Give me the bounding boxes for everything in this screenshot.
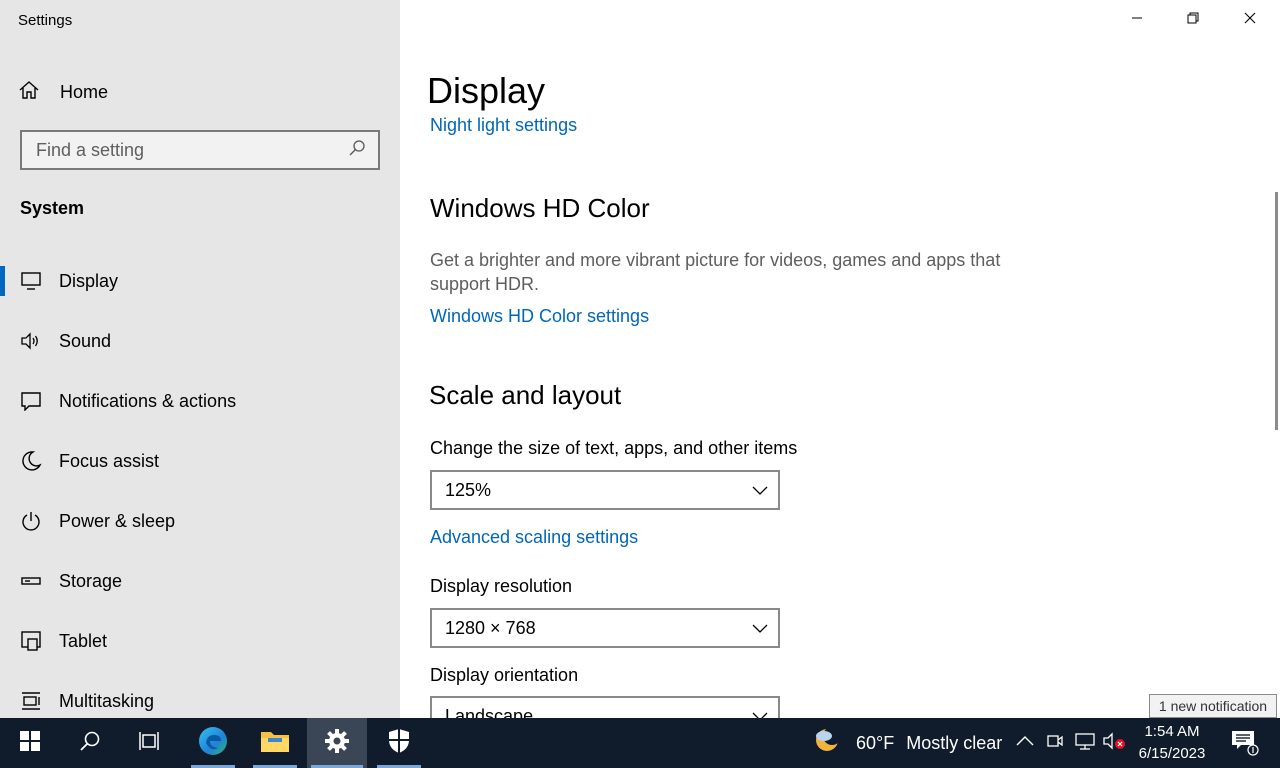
section-title: System	[20, 198, 85, 218]
tablet-icon	[20, 630, 42, 652]
storage-icon	[20, 570, 42, 592]
hd-color-heading: Windows HD Color	[430, 193, 650, 223]
sidebar-item-power-sleep[interactable]: Power & sleep	[0, 491, 400, 551]
settings-app-button[interactable]	[307, 718, 367, 768]
page-title: Display	[427, 70, 546, 111]
folder-icon	[260, 728, 290, 759]
search-input[interactable]	[36, 139, 348, 161]
sidebar-item-tablet[interactable]: Tablet	[0, 611, 400, 671]
chevron-up-icon	[1016, 734, 1034, 752]
weather-widget[interactable]: 60°F Mostly clear	[812, 718, 1002, 768]
security-app-button[interactable]	[369, 718, 429, 768]
sidebar-item-label: Power & sleep	[59, 510, 176, 531]
sidebar-item-label: Storage	[59, 570, 123, 591]
orientation-value: Landscape	[445, 705, 534, 719]
close-button[interactable]	[1222, 0, 1278, 40]
close-icon	[1244, 11, 1256, 29]
sidebar-item-label: Notifications & actions	[59, 390, 237, 411]
notification-tooltip: 1 new notification	[1149, 694, 1277, 718]
sidebar-item-focus-assist[interactable]: Focus assist	[0, 431, 400, 491]
network-button[interactable]	[1073, 731, 1097, 755]
volume-button[interactable]	[1102, 731, 1126, 755]
hd-color-description: Get a brighter and more vibrant picture …	[430, 250, 1001, 294]
scale-dropdown[interactable]: 125%	[430, 470, 780, 510]
search-box[interactable]	[20, 130, 380, 170]
sidebar-item-storage[interactable]: Storage	[0, 551, 400, 611]
maximize-button[interactable]	[1165, 0, 1221, 40]
task-view-icon	[138, 730, 162, 757]
sidebar-item-label: Display	[59, 270, 119, 291]
home-nav-item[interactable]: Home	[18, 80, 108, 104]
multitasking-icon	[20, 690, 42, 712]
edge-icon	[197, 725, 229, 762]
edge-app-button[interactable]	[183, 718, 243, 768]
moon-icon	[20, 450, 42, 472]
task-view-button[interactable]	[120, 718, 180, 768]
advanced-scaling-link[interactable]: Advanced scaling settings	[430, 527, 638, 548]
gear-icon	[324, 728, 350, 759]
resolution-value: 1280 × 768	[445, 617, 536, 638]
sidebar-item-label: Focus assist	[59, 450, 160, 471]
notification-icon	[1229, 726, 1259, 761]
sidebar-item-sound[interactable]: Sound	[0, 311, 400, 371]
sidebar-item-label: Tablet	[59, 630, 108, 651]
weather-temp: 60°F	[856, 732, 895, 753]
system-clock[interactable]: 1:54 AM 6/15/2023	[1130, 721, 1214, 765]
clock-time: 1:54 AM	[1144, 723, 1200, 740]
taskbar-search-button[interactable]	[60, 718, 120, 768]
app-title: Settings	[18, 12, 73, 29]
sidebar-item-multitasking[interactable]: Multitasking	[0, 671, 400, 718]
search-icon	[79, 730, 101, 757]
meet-now-button[interactable]	[1043, 731, 1067, 755]
restore-icon	[1187, 11, 1199, 29]
sidebar-item-label: Sound	[59, 330, 112, 351]
home-label: Home	[60, 81, 109, 102]
start-button[interactable]	[0, 718, 60, 768]
weather-condition: Mostly clear	[906, 732, 1003, 753]
action-center-button[interactable]	[1216, 718, 1272, 768]
scale-layout-heading: Scale and layout	[429, 380, 622, 410]
windows-logo-icon	[20, 730, 40, 756]
resolution-dropdown[interactable]: 1280 × 768	[430, 608, 780, 648]
night-light-settings-link[interactable]: Night light settings	[430, 115, 577, 136]
sidebar-item-notifications[interactable]: Notifications & actions	[0, 371, 400, 431]
speaker-icon	[20, 330, 42, 352]
power-icon	[20, 510, 42, 532]
home-icon	[18, 79, 40, 106]
show-hidden-icons-button[interactable]	[1013, 731, 1037, 755]
monitor-icon	[20, 270, 42, 292]
meet-now-icon	[1046, 732, 1064, 755]
clock-date: 6/15/2023	[1138, 745, 1206, 762]
sidebar-item-display[interactable]: Display	[0, 251, 400, 311]
resolution-label: Display resolution	[430, 576, 573, 596]
sidebar: Settings Home System Display Sound	[0, 0, 400, 718]
sidebar-nav: Display Sound Notifications & actions Fo…	[0, 251, 400, 718]
main-content: Display Night light settings Windows HD …	[400, 0, 1280, 718]
minimize-button[interactable]	[1109, 0, 1165, 40]
orientation-label: Display orientation	[430, 665, 579, 685]
chevron-down-icon	[752, 708, 768, 718]
file-explorer-button[interactable]	[245, 718, 305, 768]
sidebar-item-label: Multitasking	[59, 690, 155, 711]
orientation-dropdown[interactable]: Landscape	[430, 696, 780, 718]
chevron-down-icon	[752, 620, 768, 641]
weather-moon-cloud-icon	[812, 725, 844, 762]
scale-value: 125%	[445, 479, 492, 500]
minimize-icon	[1131, 11, 1143, 29]
volume-muted-icon	[1102, 731, 1126, 755]
notification-icon	[20, 390, 42, 412]
taskbar: 60°F Mostly clear 1:54 AM 6/15/2023	[0, 718, 1280, 768]
hd-color-settings-link[interactable]: Windows HD Color settings	[430, 306, 649, 327]
network-icon	[1074, 732, 1096, 755]
scale-label: Change the size of text, apps, and other…	[430, 438, 798, 458]
scrollbar[interactable]	[1275, 192, 1278, 430]
chevron-down-icon	[752, 482, 768, 503]
shield-icon	[387, 728, 411, 759]
search-icon[interactable]	[348, 139, 366, 162]
